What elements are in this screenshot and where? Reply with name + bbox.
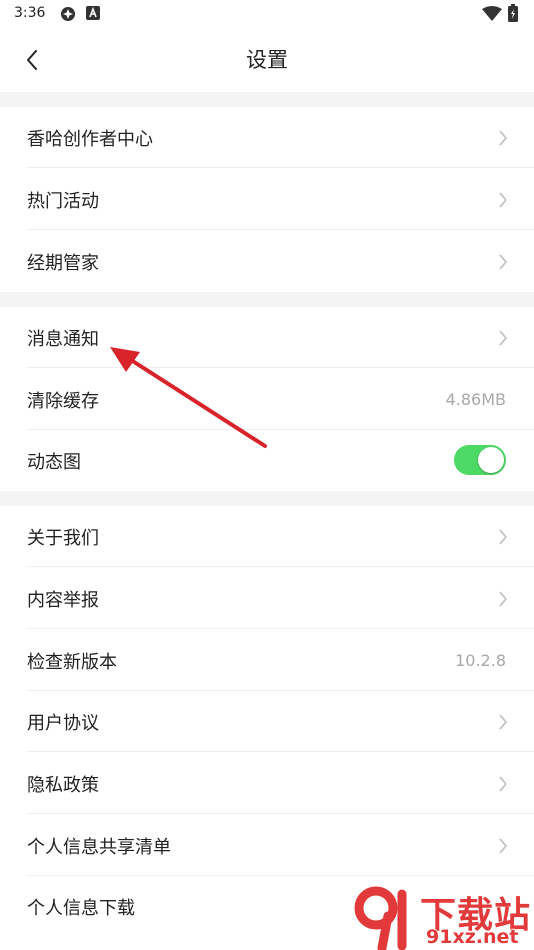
row-divider — [27, 566, 534, 567]
chevron-right-icon — [499, 714, 507, 730]
row-divider — [27, 367, 534, 368]
settings-item-privacy-policy[interactable]: 隐私政策 — [0, 753, 534, 814]
settings-item-label: 个人信息共享清单 — [27, 836, 171, 858]
settings-item-label: 清除缓存 — [27, 390, 99, 412]
app-notification-icon-2 — [86, 6, 100, 20]
settings-item-label: 消息通知 — [27, 328, 99, 350]
chevron-right-icon — [499, 130, 507, 146]
settings-item-animated-images: 动态图 — [0, 430, 534, 491]
section-divider — [0, 292, 534, 307]
settings-item-period-manager[interactable]: 经期管家 — [0, 231, 534, 292]
row-divider — [27, 167, 534, 168]
chevron-right-icon — [499, 838, 507, 854]
watermark-logo — [354, 886, 407, 950]
row-divider — [27, 751, 534, 752]
section-divider — [0, 92, 534, 107]
settings-item-label: 用户协议 — [27, 712, 99, 734]
app-notification-icon — [61, 7, 75, 21]
toggle-knob — [478, 447, 504, 473]
settings-item-label: 关于我们 — [27, 527, 99, 549]
settings-item-check-update[interactable]: 检查新版本 10.2.8 — [0, 630, 534, 691]
settings-item-about-us[interactable]: 关于我们 — [0, 506, 534, 567]
settings-item-info-sharing-list[interactable]: 个人信息共享清单 — [0, 815, 534, 876]
section-divider — [0, 491, 534, 506]
watermark: 下载站 91xz.net — [354, 886, 532, 950]
nav-bar: 设置 — [0, 28, 534, 92]
version-value: 10.2.8 — [455, 651, 506, 670]
chevron-right-icon — [499, 192, 507, 208]
settings-item-label: 检查新版本 — [27, 651, 117, 673]
battery-icon — [508, 4, 518, 22]
settings-item-label: 香哈创作者中心 — [27, 128, 153, 150]
settings-item-clear-cache[interactable]: 清除缓存 4.86MB — [0, 369, 534, 430]
settings-item-user-agreement[interactable]: 用户协议 — [0, 691, 534, 752]
chevron-right-icon — [499, 529, 507, 545]
chevron-right-icon — [499, 776, 507, 792]
row-divider — [27, 628, 534, 629]
status-bar: 3:36 — [0, 0, 534, 28]
wifi-icon — [482, 6, 502, 21]
settings-item-creator-center[interactable]: 香哈创作者中心 — [0, 107, 534, 168]
settings-item-label: 内容举报 — [27, 589, 99, 611]
chevron-right-icon — [499, 591, 507, 607]
cache-size-value: 4.86MB — [445, 390, 506, 409]
settings-item-hot-events[interactable]: 热门活动 — [0, 169, 534, 230]
chevron-right-icon — [499, 254, 507, 270]
back-button[interactable] — [14, 40, 50, 80]
settings-item-notifications[interactable]: 消息通知 — [0, 307, 534, 368]
settings-item-label: 个人信息下载 — [27, 897, 135, 919]
page-title: 设置 — [246, 48, 288, 72]
settings-item-report-content[interactable]: 内容举报 — [0, 568, 534, 629]
watermark-site: 91xz.net — [426, 926, 519, 948]
row-divider — [27, 813, 534, 814]
settings-item-label: 热门活动 — [27, 190, 99, 212]
settings-item-label: 隐私政策 — [27, 774, 99, 796]
status-time: 3:36 — [14, 5, 46, 21]
settings-item-label: 经期管家 — [27, 252, 99, 274]
row-divider — [27, 229, 534, 230]
chevron-left-icon — [27, 50, 37, 70]
settings-item-label: 动态图 — [27, 451, 81, 473]
animated-images-toggle[interactable] — [454, 445, 506, 475]
chevron-right-icon — [499, 330, 507, 346]
